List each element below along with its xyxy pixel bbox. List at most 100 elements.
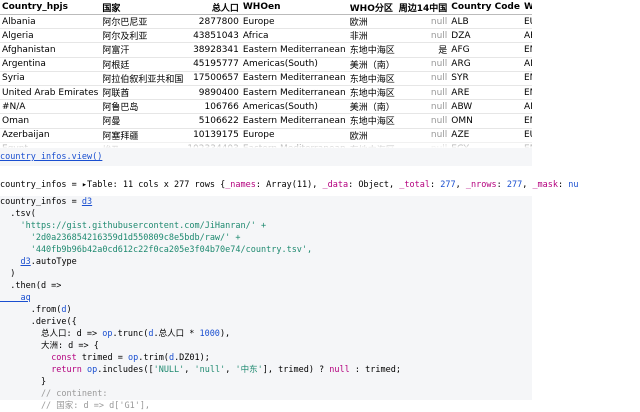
column-header[interactable]: WHO分区 [347, 0, 397, 15]
code-line: .tsv( [0, 209, 36, 219]
table-cell: EMRO [521, 85, 532, 101]
table-row: #N/A 阿鲁巴岛 106766 Americas(South) 美洲（南） null AB… [0, 99, 532, 115]
table-cell: United Arab Emirates [0, 85, 101, 101]
table-row: Algeria阿尔及利亚43851043Africa非洲nullDZAAFRO非… [0, 28, 532, 44]
table-cell: ARG [449, 57, 522, 72]
prop-val: Array(11) [266, 180, 313, 190]
column-header[interactable]: 国家 [100, 0, 186, 15]
prop-key: _total [399, 180, 430, 190]
object-output: country_infos = ▸Table: 11 cols x 277 ro… [0, 180, 579, 190]
table-cell: 东地中海区 [347, 85, 397, 101]
table-cell: Algeria [0, 28, 101, 44]
column-header[interactable]: Country_hpjs [0, 0, 101, 15]
table-fade-overlay [0, 138, 532, 148]
view-cell[interactable]: country_infos.view() [0, 148, 532, 166]
table-cell: EMRO [521, 42, 532, 58]
code-line: '440fb9b96b42a0cd612c22f0ca205e3f04b70e7… [0, 245, 313, 255]
column-header[interactable]: WHOen [240, 0, 348, 15]
prop-val: 277 [440, 180, 456, 190]
code-line: '2d0a236854216359d1d550809c8e5bdb/raw/' … [0, 233, 241, 243]
view-cell-code: country_infos.view() [0, 152, 103, 162]
table-cell: Eastern Mediterranean [240, 113, 348, 129]
table-cell: EMRO [521, 71, 532, 86]
code-line: aq [0, 293, 31, 303]
table-row: Oman 阿曼 5106622 Eastern Mediterranean 东地中海区 n… [0, 113, 532, 129]
code-line: // continent: [0, 389, 108, 399]
table-cell: 阿尔及利亚 [100, 28, 186, 44]
table-cell: null [396, 113, 450, 129]
table-cell: 欧洲 [347, 14, 397, 30]
table-cell: 阿拉伯叙利亚共和国 [100, 71, 186, 86]
table-cell: null [396, 57, 450, 72]
table-cell: 美洲（南） [347, 57, 397, 72]
object-prefix: country_infos = [0, 180, 82, 190]
table-cell: #N/A [0, 99, 101, 115]
table-cell: Eastern Mediterranean [240, 42, 348, 58]
prop-val: nu [568, 180, 579, 190]
table-row: Afghanistan 阿富汗 38928341 Eastern Mediterran… [0, 42, 532, 58]
table-cell: DZA [449, 28, 522, 44]
code-line: .derive({ [0, 317, 77, 327]
table-cell: 东地中海区 [347, 42, 397, 58]
table-cell: AFRO [521, 28, 532, 44]
table-cell: Eastern Mediterranean [240, 71, 348, 86]
table-cell: null [396, 71, 450, 86]
prop-key: _nrows [465, 180, 497, 190]
column-header[interactable]: 周边14中国 [396, 0, 450, 15]
table-cell: ALB [449, 14, 522, 30]
table-cell: 阿根廷 [100, 57, 186, 72]
table-row: United Arab Emirates 阿联酋 9890400 Eastern Me… [0, 85, 532, 101]
table-cell: Europe [240, 14, 348, 30]
code-line: } [0, 377, 47, 387]
table-cell: null [396, 85, 450, 101]
table-cell: 东地中海区 [347, 71, 397, 86]
code-line: // 国家: d => d['G1'], [0, 401, 151, 411]
table-cell: Americas(South) [240, 99, 348, 115]
prop-key: _data [322, 180, 349, 190]
table-cell: 5106622 [185, 113, 241, 129]
data-table-view: Country_hpjs 国家 总人口 WHOen WHO分区 周边14中国 C… [0, 0, 532, 148]
table-cell: EMRO [521, 113, 532, 129]
prop-val: Object [358, 180, 390, 190]
table-cell: 阿联酋 [100, 85, 186, 101]
table-cell: EURO [521, 14, 532, 30]
table-cell: Albania [0, 14, 101, 30]
code-line: const trimed = op.trim(d.DZ01); [51, 353, 210, 363]
table-cell: 38928341 [185, 42, 241, 58]
table-cell: AMRO [521, 57, 532, 72]
table-cell: ABW [449, 99, 522, 115]
table-cell: 阿鲁巴岛 [100, 99, 186, 115]
table-cell: 2877800 [185, 14, 241, 30]
prop-key: _mask [532, 180, 559, 190]
table-cell: 是 [396, 42, 450, 58]
table-cell: null [396, 28, 450, 44]
column-header[interactable]: WHO [521, 0, 532, 15]
table-cell: 非洲 [347, 28, 397, 44]
prop-val: 277 [506, 180, 523, 190]
table-cell: Americas(South) [240, 57, 348, 72]
code-line: .from(d) [0, 305, 72, 315]
table-cell: Oman [0, 113, 101, 129]
object-type: Table: 11 cols x 277 rows { [87, 180, 226, 190]
table-cell: 17500657 [185, 71, 241, 86]
table-cell: 106766 [185, 99, 241, 115]
table-cell: null [396, 14, 450, 30]
table-cell: 美洲（南） [347, 99, 397, 115]
code-line: country_infos = d3 [0, 197, 93, 207]
table-row: Albania阿尔巴尼亚2877800Europe欧洲nullALBEURO欧洲 [0, 14, 532, 30]
prop-key: _names [225, 180, 256, 190]
table-cell: 9890400 [185, 85, 241, 101]
table-cell: AFG [449, 42, 522, 58]
table-cell: AMRO [521, 99, 532, 115]
code-cell-editor[interactable]: country_infos = d3 .tsv( 'https://gist.g… [0, 196, 532, 411]
table-cell: 45195777 [185, 57, 241, 72]
column-header[interactable]: Country Code [449, 0, 522, 15]
code-line: 总人口: d => op.trunc(d.总人口 * 1000), [0, 329, 231, 339]
table-cell: Afghanistan [0, 42, 101, 58]
column-header[interactable]: 总人口 [185, 0, 241, 15]
table-cell: 阿尔巴尼亚 [100, 14, 186, 30]
table-header-row: Country_hpjs 国家 总人口 WHOen WHO分区 周边14中国 C… [0, 0, 532, 15]
code-line: return op.includes(['NULL', 'null', '中东'… [51, 365, 401, 375]
table-cell: Syria [0, 71, 101, 86]
table-cell: 阿曼 [100, 113, 186, 129]
